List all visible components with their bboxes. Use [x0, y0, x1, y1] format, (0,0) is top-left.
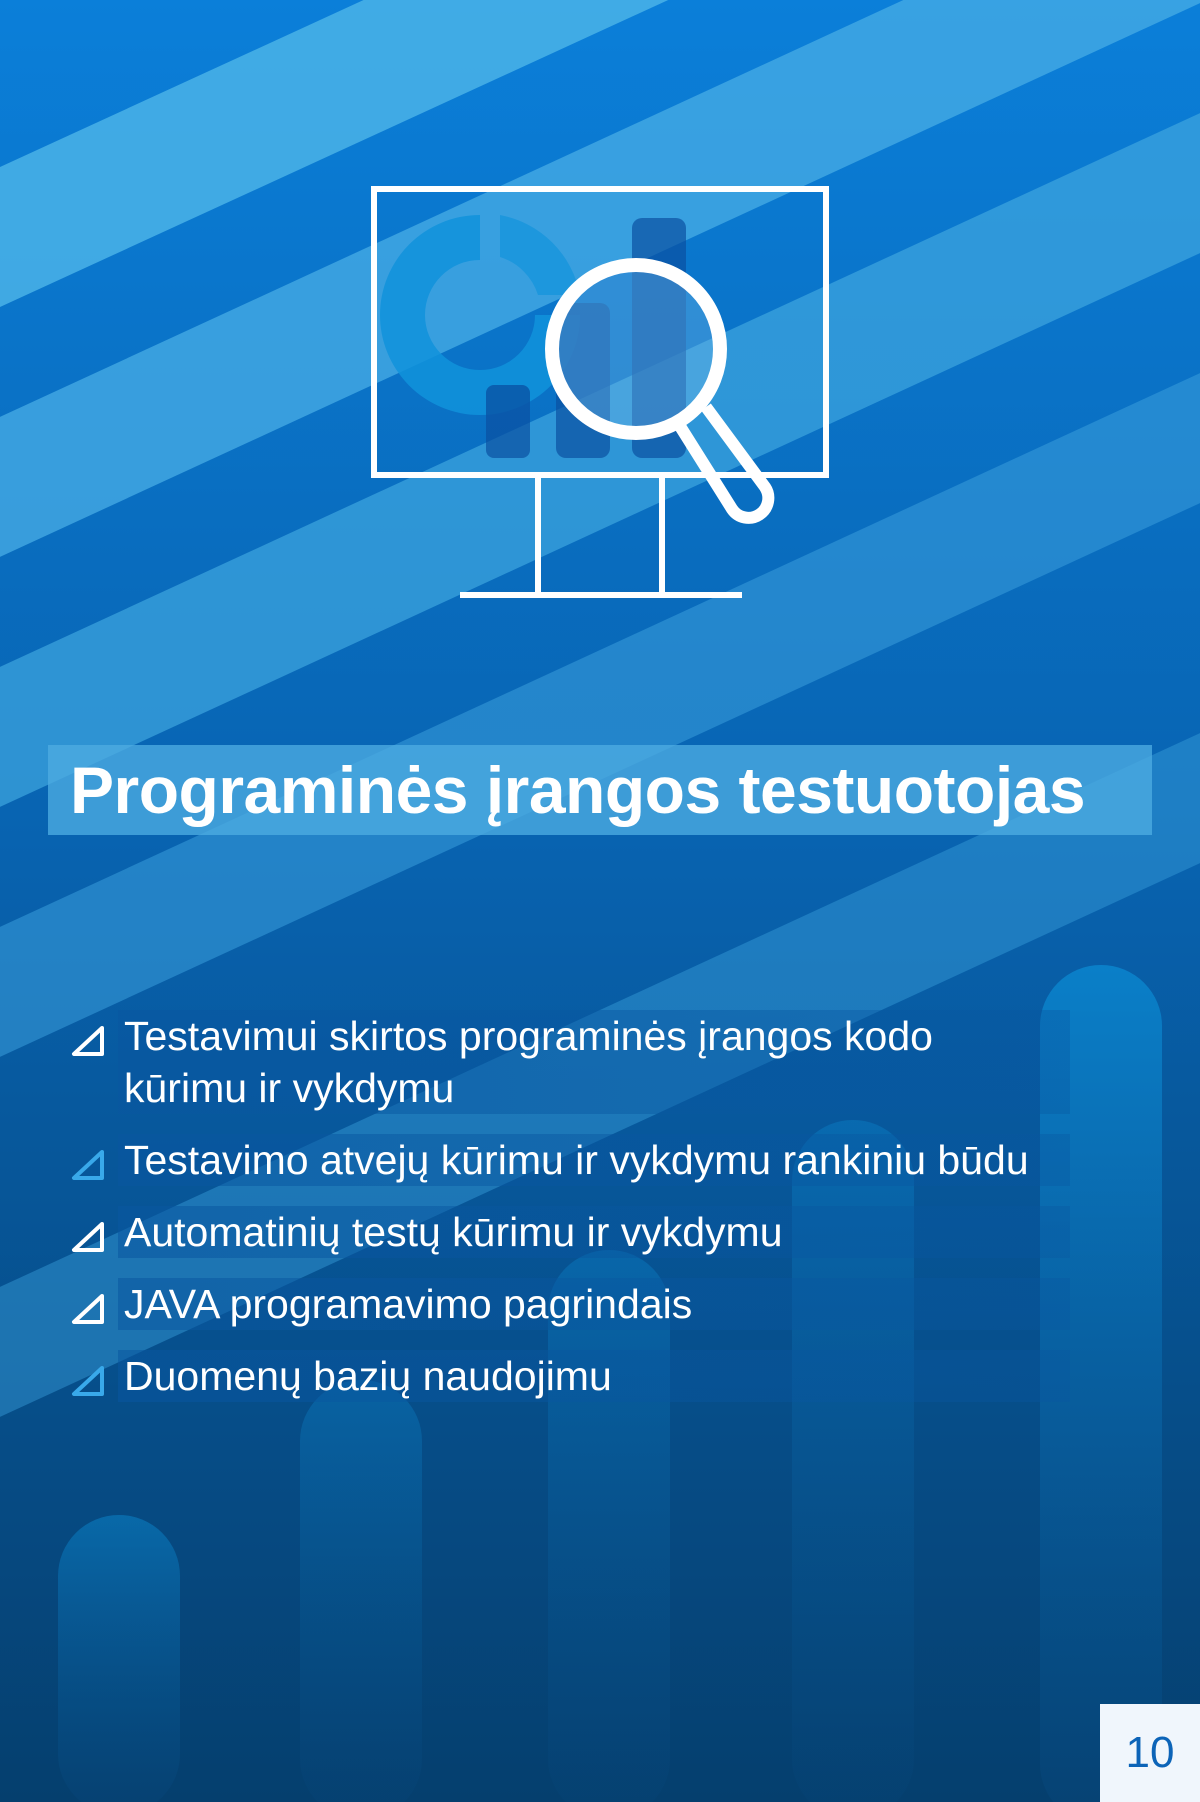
page-title: Programinės įrangos testuotojas: [70, 753, 1086, 827]
slide-page: Programinės įrangos testuotojas Testavim…: [0, 0, 1200, 1802]
triangle-bullet-icon: [72, 1150, 104, 1180]
triangle-bullet-icon: [72, 1294, 104, 1324]
monitor-chart-magnifier-icon: [371, 186, 829, 598]
list-item-text: Testavimui skirtos programinės įrangos k…: [118, 1010, 1070, 1114]
list-item-text: Testavimo atvejų kūrimu ir vykdymu ranki…: [118, 1134, 1070, 1186]
list-item: Testavimo atvejų kūrimu ir vykdymu ranki…: [70, 1134, 1070, 1186]
list-item-text: JAVA programavimo pagrindais: [118, 1278, 1070, 1330]
triangle-bullet-icon: [72, 1026, 104, 1056]
triangle-bullet-icon: [72, 1222, 104, 1252]
list-item: Automatinių testų kūrimu ir vykdymu: [70, 1206, 1070, 1258]
list-item: Duomenų bazių naudojimu: [70, 1350, 1070, 1402]
triangle-bullet-icon: [72, 1366, 104, 1396]
bar-silhouette: [58, 1515, 180, 1802]
list-item-text: Automatinių testų kūrimu ir vykdymu: [118, 1206, 1070, 1258]
list-item-text: Duomenų bazių naudojimu: [118, 1350, 1070, 1402]
skills-list: Testavimui skirtos programinės įrangos k…: [70, 1010, 1070, 1422]
list-item: Testavimui skirtos programinės įrangos k…: [70, 1010, 1070, 1114]
bar-silhouette: [300, 1380, 422, 1802]
list-item: JAVA programavimo pagrindais: [70, 1278, 1070, 1330]
page-number: 10: [1125, 1728, 1175, 1777]
